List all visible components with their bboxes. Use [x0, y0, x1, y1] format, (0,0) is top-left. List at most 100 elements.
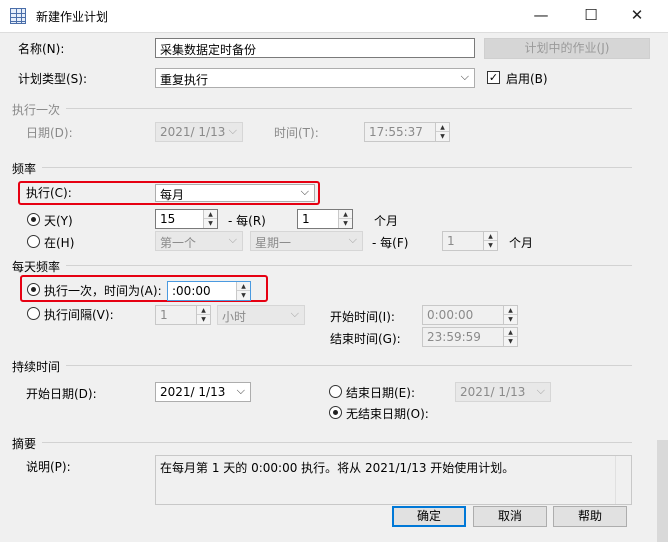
exec-label: 执行(C): — [26, 186, 72, 200]
interval-radio[interactable] — [27, 307, 40, 320]
interval-field[interactable]: 1 ▲ ▼ — [155, 305, 211, 325]
once-date-value: 2021/ 1/13 — [160, 125, 226, 139]
interval-label: 执行间隔(V): — [44, 308, 114, 322]
start-date-label: 开始日期(D): — [26, 387, 97, 401]
frequency-value: 每月 — [160, 188, 185, 202]
chevron-down-icon: ⌵ — [290, 307, 299, 320]
once-date-picker[interactable]: 2021/ 1/13 ⌵ — [155, 122, 243, 142]
on-label: 在(H) — [44, 236, 75, 250]
duration-group-title: 持续时间 — [12, 358, 67, 375]
every-month-field[interactable]: 1 ▲ ▼ — [297, 209, 353, 229]
group-divider — [12, 108, 632, 109]
month-spinner[interactable]: ▲ ▼ — [338, 210, 352, 228]
daily-time-spinner[interactable]: ▲ ▼ — [236, 282, 250, 300]
every-month-value: 1 — [302, 212, 310, 226]
weekday-select[interactable]: 星期一 ⌵ — [250, 231, 363, 251]
every2-spinner[interactable]: ▲ ▼ — [483, 232, 497, 250]
weekday-value: 星期一 — [255, 236, 292, 250]
name-label: 名称(N): — [18, 42, 65, 56]
start-time-label: 开始时间(I): — [330, 310, 395, 324]
enabled-checkbox[interactable]: ✓ — [487, 71, 500, 84]
window-title: 新建作业计划 — [36, 10, 109, 24]
interval-unit-value: 小时 — [222, 310, 247, 324]
end-date-label: 结束日期(E): — [346, 386, 415, 400]
interval-unit-select[interactable]: 小时 ⌵ — [217, 305, 305, 325]
group-divider — [12, 265, 632, 266]
once-time-field[interactable]: 17:55:37 ▲ ▼ — [364, 122, 450, 142]
every2-field[interactable]: 1 ▲ ▼ — [442, 231, 498, 251]
which-week-select[interactable]: 第一个 ⌵ — [155, 231, 243, 251]
chevron-down-icon: ⌵ — [236, 384, 245, 397]
once-time-value: 17:55:37 — [369, 125, 423, 139]
day-radio[interactable] — [27, 213, 40, 226]
day-number-field[interactable]: 15 ▲ ▼ — [155, 209, 218, 229]
month-unit2-label: 个月 — [509, 236, 534, 250]
end-date-picker[interactable]: 2021/ 1/13 ⌵ — [455, 382, 551, 402]
every2-value: 1 — [447, 234, 455, 248]
frequency-group-title: 频率 — [12, 160, 43, 177]
enabled-label: 启用(B) — [506, 72, 548, 86]
schedule-type-value: 重复执行 — [160, 73, 209, 87]
chevron-down-icon: ⌵ — [348, 233, 357, 246]
which-week-value: 第一个 — [160, 236, 197, 250]
once-time-label: 时间(T): — [274, 126, 319, 140]
day-label: 天(Y) — [44, 214, 73, 228]
interval-spinner[interactable]: ▲ ▼ — [196, 306, 210, 324]
frequency-select[interactable]: 每月 ⌵ — [155, 184, 315, 202]
run-once-group: 执行一次 — [12, 101, 632, 118]
every2-label: - 每(F) — [372, 236, 409, 250]
on-radio[interactable] — [27, 235, 40, 248]
daily-frequency-group-title: 每天频率 — [12, 258, 67, 275]
daily-once-label: 执行一次，时间为(A): — [44, 284, 162, 298]
every-month-label: - 每(R) — [228, 214, 266, 228]
help-button[interactable]: 帮助 — [553, 506, 627, 527]
schedule-type-label: 计划类型(S): — [18, 72, 88, 86]
background-window-edge — [657, 440, 668, 542]
name-field[interactable]: 采集数据定时备份 — [155, 38, 475, 58]
no-end-date-radio[interactable] — [329, 406, 342, 419]
daily-once-time-field[interactable]: :00:00 ▲ ▼ — [167, 281, 251, 301]
end-date-value: 2021/ 1/13 — [460, 385, 526, 399]
end-date-radio[interactable] — [329, 385, 342, 398]
schedule-type-select[interactable]: 重复执行 ⌵ — [155, 68, 475, 88]
start-time-spinner[interactable]: ▲ ▼ — [503, 306, 517, 324]
ok-button[interactable]: 确定 — [392, 506, 466, 527]
chevron-down-icon: ⌵ — [460, 70, 469, 83]
group-divider — [12, 442, 632, 443]
description-value: 在每月第 1 天的 0:00:00 执行。将从 2021/1/13 开始使用计划… — [160, 461, 515, 475]
description-label: 说明(P): — [26, 460, 71, 474]
summary-group: 摘要 — [12, 435, 632, 452]
jobs-in-schedule-button[interactable]: 计划中的作业(J) — [484, 38, 650, 59]
description-scrollbar[interactable] — [615, 456, 631, 504]
daily-once-time-value: :00:00 — [172, 284, 211, 298]
once-date-label: 日期(D): — [26, 126, 73, 140]
group-divider — [12, 167, 632, 168]
cancel-button[interactable]: 取消 — [473, 506, 547, 527]
frequency-group: 频率 — [12, 160, 632, 177]
title-bar: 新建作业计划 — ☐ ✕ — [0, 0, 668, 32]
start-date-value: 2021/ 1/13 — [160, 385, 226, 399]
description-textarea[interactable]: 在每月第 1 天的 0:00:00 执行。将从 2021/1/13 开始使用计划… — [155, 455, 632, 505]
day-number-value: 15 — [160, 212, 176, 226]
end-time-label: 结束时间(G): — [330, 332, 401, 346]
end-time-field[interactable]: 23:59:59 ▲ ▼ — [422, 327, 518, 347]
summary-group-title: 摘要 — [12, 435, 43, 452]
maximize-button[interactable]: ☐ — [568, 0, 614, 30]
end-time-spinner[interactable]: ▲ ▼ — [503, 328, 517, 346]
time-spinner[interactable]: ▲ ▼ — [435, 123, 449, 141]
chevron-down-icon: ⌵ — [536, 384, 545, 397]
duration-group: 持续时间 — [12, 358, 632, 375]
start-date-picker[interactable]: 2021/ 1/13 ⌵ — [155, 382, 251, 402]
schedule-grid-icon — [10, 8, 26, 24]
start-time-field[interactable]: 0:00:00 ▲ ▼ — [422, 305, 518, 325]
close-button[interactable]: ✕ — [614, 0, 660, 30]
group-divider — [12, 365, 632, 366]
run-once-group-title: 执行一次 — [12, 101, 67, 118]
day-spinner[interactable]: ▲ ▼ — [203, 210, 217, 228]
start-time-value: 0:00:00 — [427, 308, 474, 322]
daily-once-radio[interactable] — [27, 283, 40, 296]
month-unit-label: 个月 — [374, 214, 399, 228]
minimize-button[interactable]: — — [518, 0, 564, 30]
chevron-down-icon: ⌵ — [228, 124, 237, 137]
end-time-value: 23:59:59 — [427, 330, 481, 344]
